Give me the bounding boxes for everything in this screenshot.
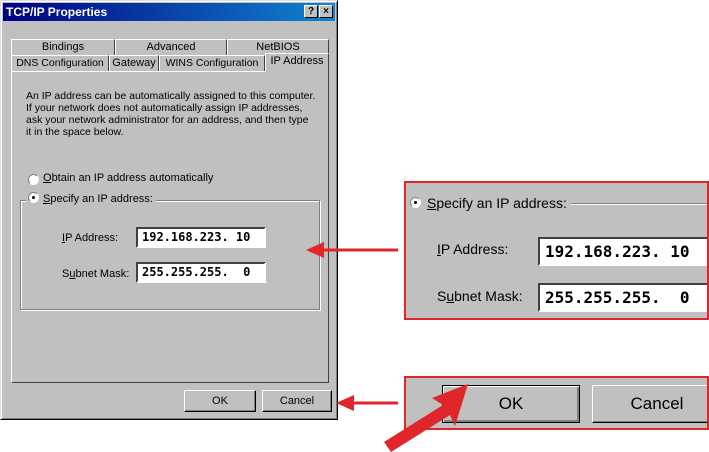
tab-label: IP Address [270,55,324,67]
annotation-arrows [306,242,468,452]
pointer-arrow-to-ok [384,384,468,452]
arrow-to-buttons [336,395,398,411]
tab-ip-address[interactable]: IP Address [265,53,329,72]
arrow-to-ip-section [306,242,398,258]
